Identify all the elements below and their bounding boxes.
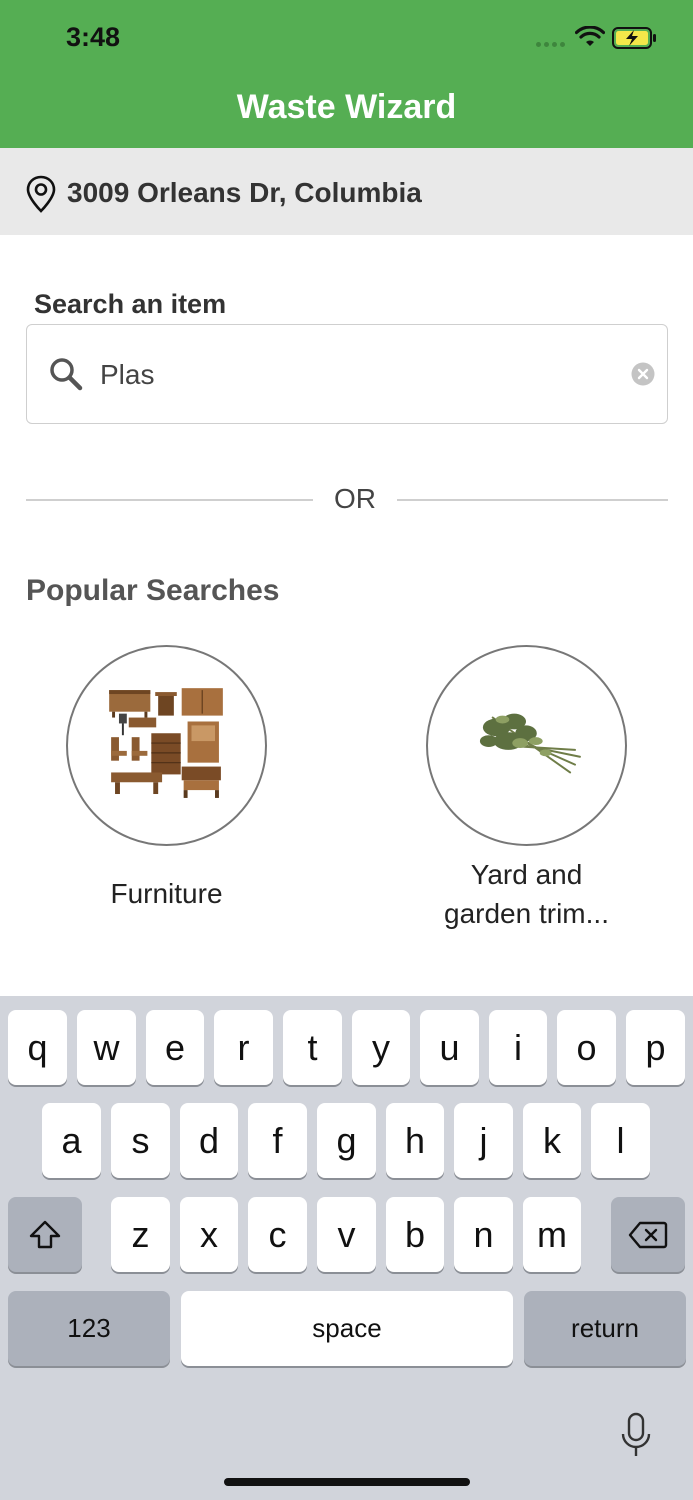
yard-trimmings-image	[479, 713, 581, 774]
app-title: Waste Wizard	[236, 88, 457, 126]
clear-search-icon[interactable]	[631, 362, 655, 386]
search-input[interactable]	[100, 354, 610, 396]
delete-key[interactable]	[611, 1197, 685, 1272]
popular-item-yard-trimmings[interactable]	[426, 645, 627, 846]
shift-key[interactable]	[8, 1197, 82, 1272]
key-j[interactable]: j	[454, 1103, 513, 1178]
key-r[interactable]: r	[214, 1010, 273, 1085]
key-l[interactable]: l	[591, 1103, 650, 1178]
key-v[interactable]: v	[317, 1197, 376, 1272]
location-address[interactable]: 3009 Orleans Dr, Columbia	[67, 177, 422, 209]
status-time: 3:48	[66, 22, 121, 52]
key-s[interactable]: s	[111, 1103, 170, 1178]
key-k[interactable]: k	[523, 1103, 581, 1178]
backspace-icon	[628, 1221, 668, 1248]
key-m[interactable]: m	[523, 1197, 581, 1272]
location-pin-icon	[26, 175, 56, 213]
popular-searches-title: Popular Searches	[26, 574, 280, 607]
key-p[interactable]: p	[626, 1010, 685, 1085]
popular-item-label[interactable]: Furniture	[36, 874, 297, 913]
key-q[interactable]: q	[8, 1010, 67, 1085]
key-x[interactable]: x	[180, 1197, 238, 1272]
return-key[interactable]: return	[524, 1291, 686, 1366]
key-a[interactable]: a	[42, 1103, 101, 1178]
key-c[interactable]: c	[248, 1197, 307, 1272]
key-t[interactable]: t	[283, 1010, 342, 1085]
key-b[interactable]: b	[386, 1197, 444, 1272]
key-n[interactable]: n	[454, 1197, 513, 1272]
microphone-icon[interactable]	[620, 1412, 652, 1460]
key-e[interactable]: e	[146, 1010, 204, 1085]
search-icon	[50, 358, 83, 391]
key-w[interactable]: w	[77, 1010, 136, 1085]
key-g[interactable]: g	[317, 1103, 376, 1178]
popular-item-label-line1: Yard and	[470, 859, 583, 890]
or-divider-text: OR	[334, 483, 376, 514]
divider-line-right	[397, 499, 668, 501]
popular-item-label-yard-trimmings[interactable]: Yard and garden trim...	[396, 855, 657, 933]
key-z[interactable]: z	[111, 1197, 170, 1272]
home-indicator[interactable]	[224, 1478, 470, 1486]
wifi-icon	[575, 26, 605, 46]
furniture-image	[109, 688, 223, 798]
popular-item-furniture[interactable]	[66, 645, 267, 846]
key-i[interactable]: i	[489, 1010, 547, 1085]
key-h[interactable]: h	[386, 1103, 444, 1178]
battery-charging-icon	[612, 27, 656, 49]
numbers-key[interactable]: 123	[8, 1291, 170, 1366]
shift-icon	[29, 1220, 61, 1248]
key-u[interactable]: u	[420, 1010, 479, 1085]
key-o[interactable]: o	[557, 1010, 616, 1085]
divider-line-left	[26, 499, 313, 501]
key-f[interactable]: f	[248, 1103, 307, 1178]
cellular-signal-icon	[536, 42, 565, 47]
key-y[interactable]: y	[352, 1010, 410, 1085]
key-d[interactable]: d	[180, 1103, 238, 1178]
search-label: Search an item	[34, 289, 227, 319]
popular-item-label-line2: garden trim...	[444, 898, 609, 929]
space-key[interactable]: space	[181, 1291, 513, 1366]
